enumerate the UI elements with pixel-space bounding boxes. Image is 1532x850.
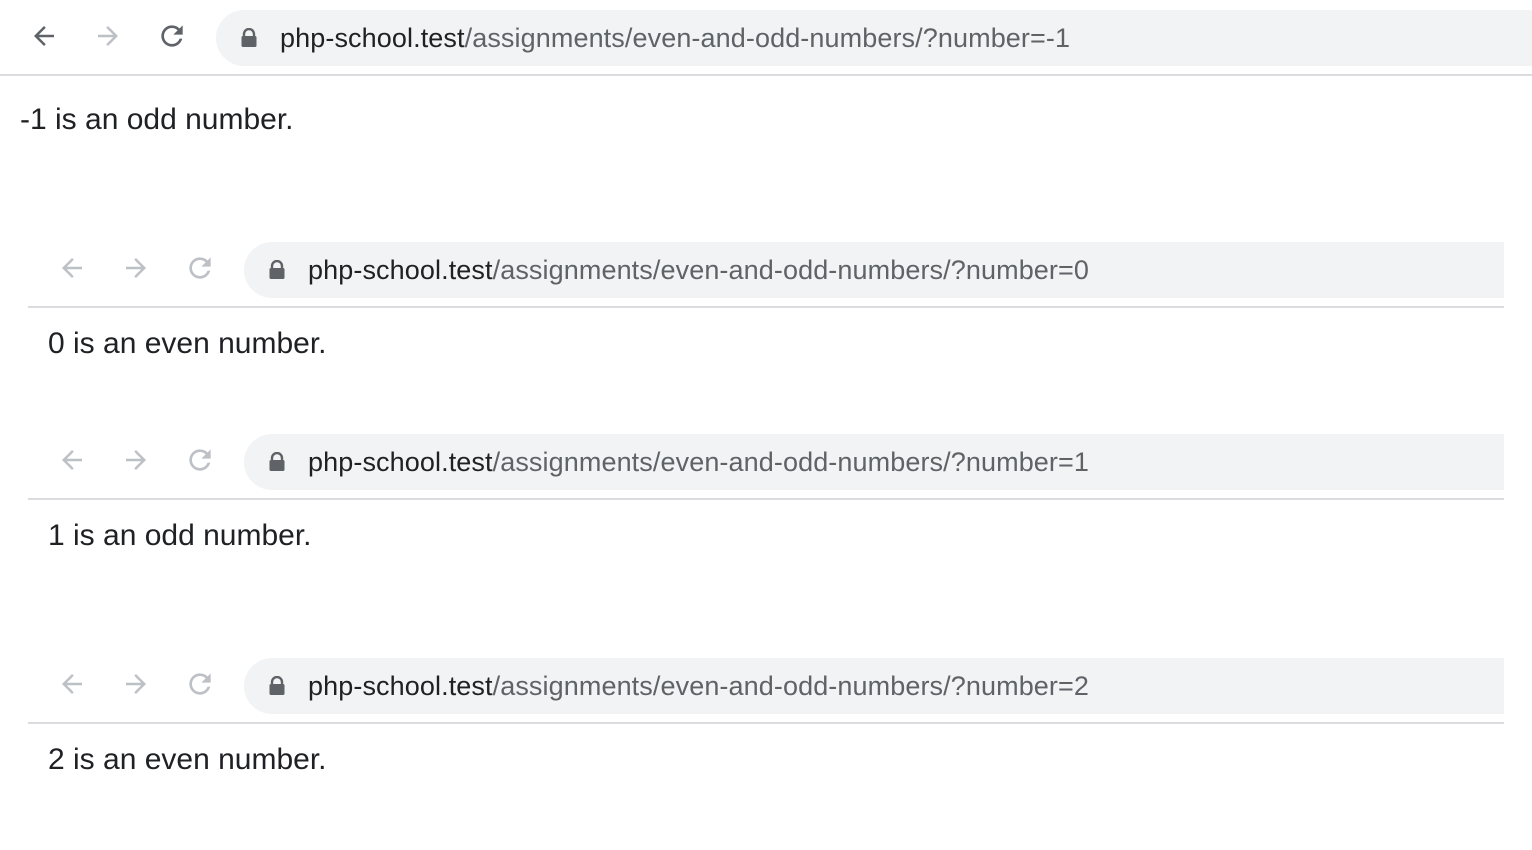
result-message: -1 is an odd number.: [20, 103, 294, 136]
reload-icon: [189, 449, 211, 471]
reload-icon: [189, 673, 211, 695]
lock-icon: [241, 28, 257, 47]
browser-screenshot-2: php-school.test/assignments/even-and-odd…: [28, 232, 1504, 392]
browser-toolbar: php-school.test/assignments/even-and-odd…: [28, 648, 1504, 724]
url-text: php-school.test/assignments/even-and-odd…: [308, 671, 1089, 702]
browser-screenshot-4: php-school.test/assignments/even-and-odd…: [28, 648, 1504, 808]
arrow-left-icon: [62, 258, 82, 278]
browser-toolbar: php-school.test/assignments/even-and-odd…: [0, 0, 1532, 76]
url-text: php-school.test/assignments/even-and-odd…: [308, 255, 1089, 286]
address-bar[interactable]: php-school.test/assignments/even-and-odd…: [216, 10, 1532, 66]
url-path: /assignments/even-and-odd-numbers/?numbe…: [492, 446, 1089, 477]
address-bar[interactable]: php-school.test/assignments/even-and-odd…: [244, 658, 1504, 714]
url-host: php-school.test: [280, 22, 465, 53]
lock-icon: [269, 676, 285, 695]
forward-button[interactable]: [112, 244, 160, 292]
url-path: /assignments/even-and-odd-numbers/?numbe…: [492, 254, 1089, 285]
browser-toolbar: php-school.test/assignments/even-and-odd…: [28, 424, 1504, 500]
address-bar[interactable]: php-school.test/assignments/even-and-odd…: [244, 434, 1504, 490]
url-text: php-school.test/assignments/even-and-odd…: [280, 23, 1070, 54]
browser-toolbar: php-school.test/assignments/even-and-odd…: [28, 232, 1504, 308]
url-host: php-school.test: [308, 254, 493, 285]
back-button[interactable]: [48, 244, 96, 292]
result-message: 1 is an odd number.: [48, 519, 312, 552]
reload-button[interactable]: [176, 244, 224, 292]
back-button[interactable]: [48, 660, 96, 708]
reload-button[interactable]: [176, 660, 224, 708]
arrow-right-icon: [126, 450, 146, 470]
forward-button[interactable]: [84, 12, 132, 60]
arrow-right-icon: [126, 674, 146, 694]
url-path: /assignments/even-and-odd-numbers/?numbe…: [464, 22, 1071, 53]
url-path: /assignments/even-and-odd-numbers/?numbe…: [492, 670, 1089, 701]
forward-button[interactable]: [112, 660, 160, 708]
back-button[interactable]: [48, 436, 96, 484]
back-button[interactable]: [20, 12, 68, 60]
arrow-left-icon: [62, 450, 82, 470]
browser-screenshot-1: php-school.test/assignments/even-and-odd…: [0, 0, 1532, 160]
url-text: php-school.test/assignments/even-and-odd…: [308, 447, 1089, 478]
reload-button[interactable]: [148, 12, 196, 60]
url-host: php-school.test: [308, 670, 493, 701]
address-bar[interactable]: php-school.test/assignments/even-and-odd…: [244, 242, 1504, 298]
reload-button[interactable]: [176, 436, 224, 484]
url-host: php-school.test: [308, 446, 493, 477]
reload-icon: [189, 257, 211, 279]
arrow-right-icon: [98, 26, 118, 46]
arrow-left-icon: [34, 26, 54, 46]
arrow-left-icon: [62, 674, 82, 694]
reload-icon: [161, 25, 183, 47]
lock-icon: [269, 452, 285, 471]
browser-screenshot-3: php-school.test/assignments/even-and-odd…: [28, 424, 1504, 584]
result-message: 0 is an even number.: [48, 327, 327, 360]
forward-button[interactable]: [112, 436, 160, 484]
lock-icon: [269, 260, 285, 279]
result-message: 2 is an even number.: [48, 743, 327, 776]
arrow-right-icon: [126, 258, 146, 278]
